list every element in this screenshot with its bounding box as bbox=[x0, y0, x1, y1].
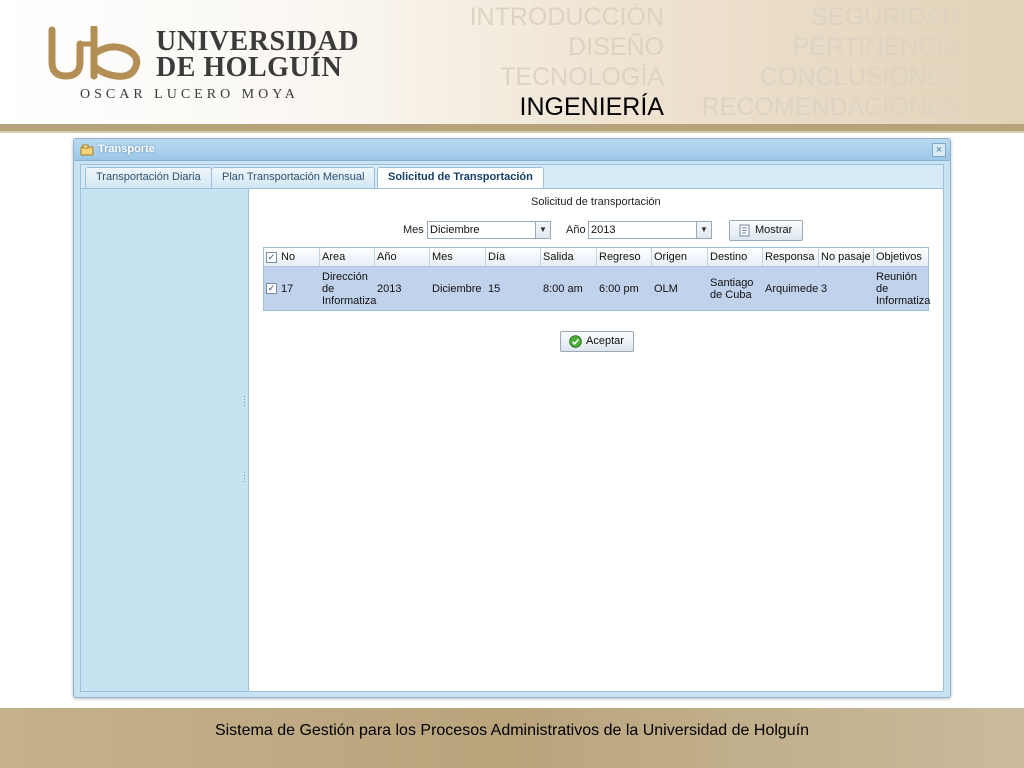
aceptar-button-label: Aceptar bbox=[586, 335, 624, 347]
document-icon bbox=[739, 224, 750, 237]
slide: UNIVERSIDAD DE HOLGUÍN OSCAR LUCERO MOYA… bbox=[0, 0, 1024, 768]
nav-item-recomendaciones[interactable]: RECOMENDACIONES bbox=[680, 92, 960, 122]
cell-no: ✓ 17 bbox=[266, 282, 294, 295]
column-header-salida[interactable]: Salida bbox=[541, 248, 597, 267]
window-title: Transporte bbox=[98, 143, 155, 155]
footer-band: Sistema de Gestión para los Procesos Adm… bbox=[0, 708, 1024, 768]
mostrar-button-label: Mostrar bbox=[755, 224, 793, 236]
nav-item-pertinencia[interactable]: PERTINENCIA bbox=[680, 32, 960, 62]
tab-solicitud-transportacion[interactable]: Solicitud de Transportación bbox=[377, 167, 544, 190]
mes-value: Diciembre bbox=[430, 224, 480, 236]
cell-destino: Santiago de Cuba bbox=[710, 276, 754, 301]
column-header-anio[interactable]: Año bbox=[375, 248, 430, 267]
column-header-destino[interactable]: Destino bbox=[708, 248, 763, 267]
column-header-objetivos[interactable]: Objetivos bbox=[874, 248, 928, 267]
nav-item-conclusiones[interactable]: CONCLUSIONES bbox=[680, 62, 960, 92]
column-header-area[interactable]: Area bbox=[320, 248, 375, 267]
cell-origen: OLM bbox=[654, 282, 678, 295]
aceptar-button[interactable]: Aceptar bbox=[560, 331, 634, 352]
cell-responsable: Arquimede bbox=[765, 282, 819, 295]
left-panel: · · · · · · · · bbox=[81, 189, 249, 691]
mes-select[interactable]: Diciembre ▼ bbox=[427, 221, 551, 239]
header-divider-light bbox=[0, 131, 1024, 133]
nav-right: SEGURIDAD PERTINENCIA CONCLUSIONES RECOM… bbox=[680, 2, 960, 122]
window-body: · · · · · · · · Solicitud de transportación Me… bbox=[80, 188, 944, 692]
university-logo-icon bbox=[48, 26, 141, 80]
chevron-down-icon[interactable]: ▼ bbox=[535, 222, 550, 238]
chevron-down-icon[interactable]: ▼ bbox=[696, 222, 711, 238]
tab-strip: Transportación Diaria Plan Transportació… bbox=[80, 164, 944, 190]
mes-label: Mes bbox=[403, 224, 424, 236]
solicitud-grid: ✓ No Area Año Mes Día Salida Regreso Orig… bbox=[263, 247, 931, 311]
anio-select[interactable]: 2013 ▼ bbox=[588, 221, 712, 239]
column-header-dia[interactable]: Día bbox=[486, 248, 541, 267]
anio-value: 2013 bbox=[591, 224, 616, 236]
logo-subtitle: OSCAR LUCERO MOYA bbox=[80, 87, 299, 102]
nav-left: INTRODUCCIÓN DISEÑO TECNOLOGÍA INGENIERÍ… bbox=[404, 2, 664, 122]
transporte-window: Transporte × Transportación Diaria Plan … bbox=[73, 138, 951, 698]
cell-objetivos: Reunión de Informatiza bbox=[876, 270, 931, 307]
row-checkbox[interactable]: ✓ bbox=[266, 283, 277, 294]
splitter-handle[interactable]: · · · · bbox=[243, 468, 247, 486]
tab-plan-transportacion-mensual[interactable]: Plan Transportación Mensual bbox=[211, 167, 376, 188]
header-divider bbox=[0, 124, 1024, 131]
window-titlebar[interactable]: Transporte × bbox=[74, 139, 950, 161]
cell-mes: Diciembre bbox=[432, 282, 482, 295]
app-icon bbox=[80, 144, 94, 156]
nav-item-seguridad[interactable]: SEGURIDAD bbox=[680, 2, 960, 32]
column-header-mes[interactable]: Mes bbox=[430, 248, 486, 267]
tab-transportacion-diaria[interactable]: Transportación Diaria bbox=[85, 167, 212, 188]
select-all-checkbox[interactable]: ✓ bbox=[266, 252, 277, 263]
cell-anio: 2013 bbox=[377, 282, 402, 295]
nav-item-introduccion[interactable]: INTRODUCCIÓN bbox=[404, 2, 664, 32]
cell-no-pasaje: 3 bbox=[821, 282, 828, 295]
table-row[interactable]: ✓ 17 Dirección de Informatiza 2013 Diciem… bbox=[264, 267, 931, 310]
cell-dia: 15 bbox=[488, 282, 501, 295]
check-circle-icon bbox=[569, 335, 582, 348]
nav-item-tecnologia[interactable]: TECNOLOGÍA bbox=[404, 62, 664, 92]
column-header-responsable[interactable]: Responsa bbox=[763, 248, 819, 267]
column-header-origen[interactable]: Origen bbox=[652, 248, 708, 267]
column-header-regreso[interactable]: Regreso bbox=[597, 248, 652, 267]
splitter-handle[interactable]: · · · · bbox=[243, 392, 247, 410]
anio-label: Año bbox=[566, 224, 586, 236]
form-title: Solicitud de transportación bbox=[531, 196, 661, 208]
cell-area: Dirección de Informatiza bbox=[322, 270, 377, 307]
logo-line-2: DE HOLGUÍN bbox=[156, 52, 343, 83]
cell-regreso: 6:00 pm bbox=[599, 282, 639, 295]
column-header-no-pasaje[interactable]: No pasaje bbox=[819, 248, 874, 267]
nav-item-diseno[interactable]: DISEÑO bbox=[404, 32, 664, 62]
nav-item-ingenieria[interactable]: INGENIERÍA bbox=[404, 92, 664, 122]
header-band: UNIVERSIDAD DE HOLGUÍN OSCAR LUCERO MOYA… bbox=[0, 0, 1024, 124]
column-header-no[interactable]: ✓ No bbox=[264, 248, 320, 267]
footer-text: Sistema de Gestión para los Procesos Adm… bbox=[214, 722, 810, 739]
cell-salida: 8:00 am bbox=[543, 282, 583, 295]
close-icon[interactable]: × bbox=[932, 143, 946, 157]
mostrar-button[interactable]: Mostrar bbox=[729, 220, 803, 241]
